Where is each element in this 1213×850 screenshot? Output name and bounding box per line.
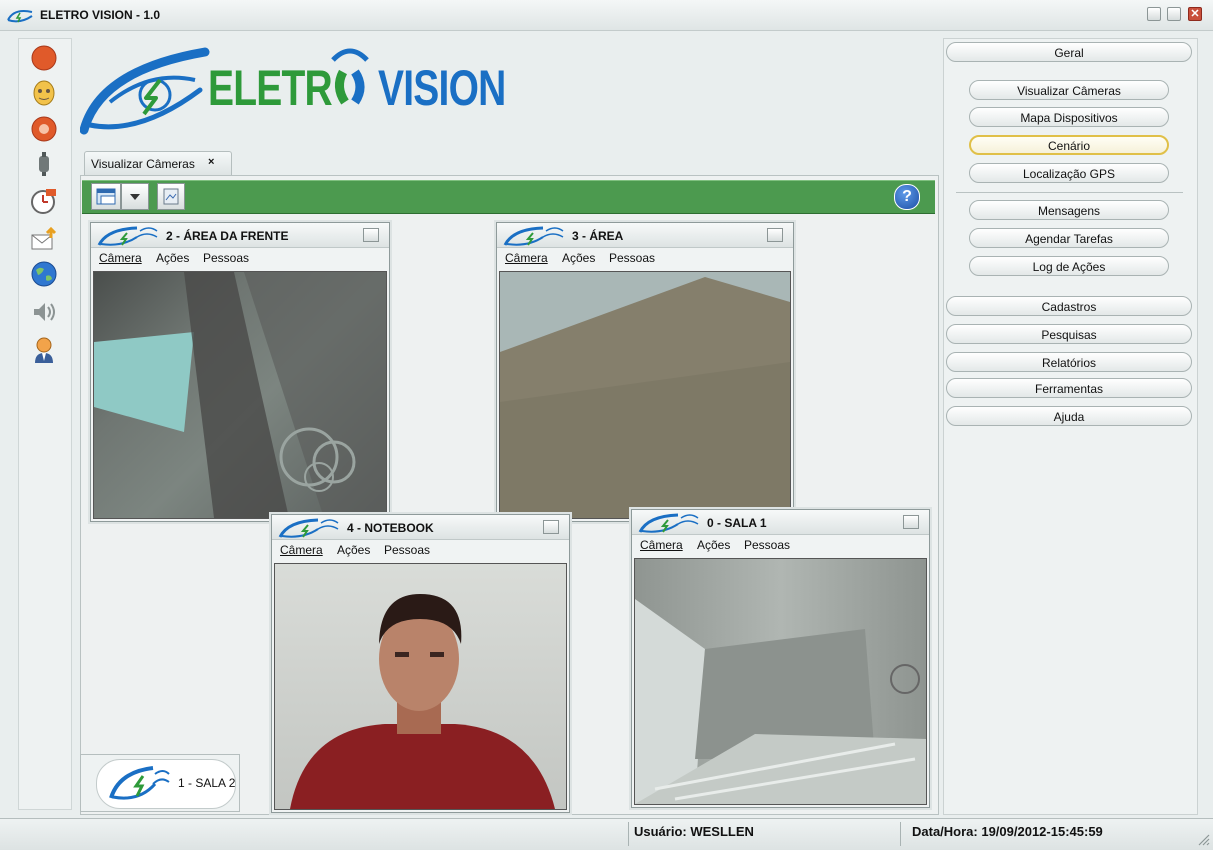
camera-feed bbox=[93, 271, 387, 519]
window-title: ELETRO VISION - 1.0 bbox=[40, 8, 161, 22]
logo-text-eletro: ELETR bbox=[208, 60, 333, 116]
nav-agendar-tarefas[interactable]: Agendar Tarefas bbox=[969, 228, 1169, 248]
record-icon[interactable] bbox=[30, 115, 58, 143]
camera-menu-bar: Câmera Ações Pessoas bbox=[632, 534, 929, 556]
camera-window[interactable]: 0 - SALA 1 Câmera Ações Pessoas bbox=[631, 509, 930, 808]
camera-feed-image bbox=[94, 272, 386, 518]
menu-pessoas[interactable]: Pessoas bbox=[744, 538, 790, 552]
camera-toolbar bbox=[82, 180, 935, 214]
layout-dropdown-button[interactable] bbox=[121, 183, 149, 210]
camera-title: 0 - SALA 1 bbox=[707, 516, 767, 530]
nav-mensagens[interactable]: Mensagens bbox=[969, 200, 1169, 220]
send-message-icon[interactable] bbox=[30, 226, 58, 254]
menu-camera[interactable]: Câmera bbox=[505, 251, 548, 265]
snapshot-button[interactable] bbox=[157, 183, 185, 210]
menu-camera[interactable]: Câmera bbox=[280, 543, 323, 557]
logo-text-vision: VISION bbox=[378, 60, 506, 116]
camera-title-bar[interactable]: 3 - ÁREA bbox=[497, 223, 793, 248]
menu-pessoas[interactable]: Pessoas bbox=[203, 251, 249, 265]
camera-logo-icon bbox=[109, 766, 170, 800]
menu-acoes[interactable]: Ações bbox=[337, 543, 370, 557]
section-cadastros[interactable]: Cadastros bbox=[946, 296, 1192, 316]
camera-feed bbox=[274, 563, 567, 810]
camera-feed bbox=[634, 558, 927, 805]
minimize-window-button[interactable] bbox=[1147, 7, 1161, 21]
image-icon bbox=[163, 188, 179, 205]
logo-eye-mark bbox=[331, 48, 369, 105]
menu-acoes[interactable]: Ações bbox=[156, 251, 189, 265]
stop-record-icon[interactable] bbox=[30, 44, 58, 72]
app-logo-icon bbox=[7, 10, 33, 23]
camera-minimize-button[interactable] bbox=[363, 228, 379, 242]
section-ferramentas[interactable]: Ferramentas bbox=[946, 378, 1192, 398]
camera-menu-bar: Câmera Ações Pessoas bbox=[91, 247, 389, 269]
tab-label: Visualizar Câmeras bbox=[91, 157, 195, 171]
minimized-camera-label: 1 - SALA 2 bbox=[178, 776, 236, 790]
resize-grip-icon[interactable] bbox=[1196, 832, 1210, 846]
camera-title-bar[interactable]: 0 - SALA 1 bbox=[632, 510, 929, 535]
menu-acoes[interactable]: Ações bbox=[697, 538, 730, 552]
section-geral[interactable]: Geral bbox=[946, 42, 1192, 62]
nav-cenario[interactable]: Cenário bbox=[969, 135, 1169, 155]
sensor-icon[interactable] bbox=[30, 150, 58, 178]
camera-logo-icon bbox=[503, 226, 564, 246]
camera-menu-bar: Câmera Ações Pessoas bbox=[272, 539, 569, 561]
help-icon[interactable]: ? bbox=[894, 184, 920, 210]
camera-title: 4 - NOTEBOOK bbox=[347, 521, 434, 535]
camera-window[interactable]: 3 - ÁREA Câmera Ações Pessoas bbox=[496, 222, 794, 522]
camera-menu-bar: Câmera Ações Pessoas bbox=[497, 247, 793, 269]
camera-title-bar[interactable]: 4 - NOTEBOOK bbox=[272, 515, 569, 540]
camera-window[interactable]: 2 - ÁREA DA FRENTE Câmera Ações Pessoas bbox=[90, 222, 390, 522]
nav-localizacao-gps[interactable]: Localização GPS bbox=[969, 163, 1169, 183]
camera-minimize-button[interactable] bbox=[903, 515, 919, 529]
menu-camera[interactable]: Câmera bbox=[640, 538, 683, 552]
nav-log-de-acoes[interactable]: Log de Ações bbox=[969, 256, 1169, 276]
camera-feed-image bbox=[500, 277, 790, 518]
camera-feed-image bbox=[635, 599, 926, 804]
camera-title: 2 - ÁREA DA FRENTE bbox=[166, 229, 289, 243]
globe-icon[interactable] bbox=[30, 260, 58, 288]
menu-pessoas[interactable]: Pessoas bbox=[609, 251, 655, 265]
tab-close-icon[interactable]: × bbox=[208, 156, 214, 168]
camera-logo-icon bbox=[97, 226, 158, 246]
camera-title-bar[interactable]: 2 - ÁREA DA FRENTE bbox=[91, 223, 389, 248]
nav-mapa-dispositivos[interactable]: Mapa Dispositivos bbox=[969, 107, 1169, 127]
menu-acoes[interactable]: Ações bbox=[562, 251, 595, 265]
face-recognition-icon[interactable] bbox=[30, 79, 58, 107]
camera-title: 3 - ÁREA bbox=[572, 229, 624, 243]
section-relatorios[interactable]: Relatórios bbox=[946, 352, 1192, 372]
maximize-window-button[interactable] bbox=[1167, 7, 1181, 21]
chevron-down-icon bbox=[130, 194, 140, 200]
window-layout-icon bbox=[96, 188, 116, 205]
menu-camera[interactable]: Câmera bbox=[99, 251, 142, 265]
camera-feed-image bbox=[290, 594, 555, 809]
camera-window[interactable]: 4 - NOTEBOOK Câmera Ações Pessoas bbox=[271, 514, 570, 813]
nav-visualizar-cameras[interactable]: Visualizar Câmeras bbox=[969, 80, 1169, 100]
layout-button[interactable] bbox=[91, 183, 121, 210]
camera-logo-icon bbox=[278, 518, 339, 538]
status-divider bbox=[900, 822, 901, 846]
camera-minimize-button[interactable] bbox=[543, 520, 559, 534]
user-icon[interactable] bbox=[30, 336, 58, 364]
camera-feed bbox=[499, 271, 791, 519]
title-bar bbox=[0, 0, 1213, 31]
section-pesquisas[interactable]: Pesquisas bbox=[946, 324, 1192, 344]
camera-logo-icon bbox=[638, 513, 699, 533]
eletro-vision-logo-mark bbox=[80, 47, 210, 135]
close-window-button[interactable]: ✕ bbox=[1188, 7, 1202, 21]
divider bbox=[956, 192, 1183, 193]
scheduler-clock-icon[interactable] bbox=[30, 187, 58, 215]
status-datetime: Data/Hora: 19/09/2012-15:45:59 bbox=[912, 824, 1103, 839]
speaker-icon[interactable] bbox=[30, 298, 58, 326]
section-ajuda[interactable]: Ajuda bbox=[946, 406, 1192, 426]
status-divider bbox=[628, 822, 629, 846]
status-user: Usuário: WESLLEN bbox=[634, 824, 754, 839]
menu-pessoas[interactable]: Pessoas bbox=[384, 543, 430, 557]
camera-minimize-button[interactable] bbox=[767, 228, 783, 242]
